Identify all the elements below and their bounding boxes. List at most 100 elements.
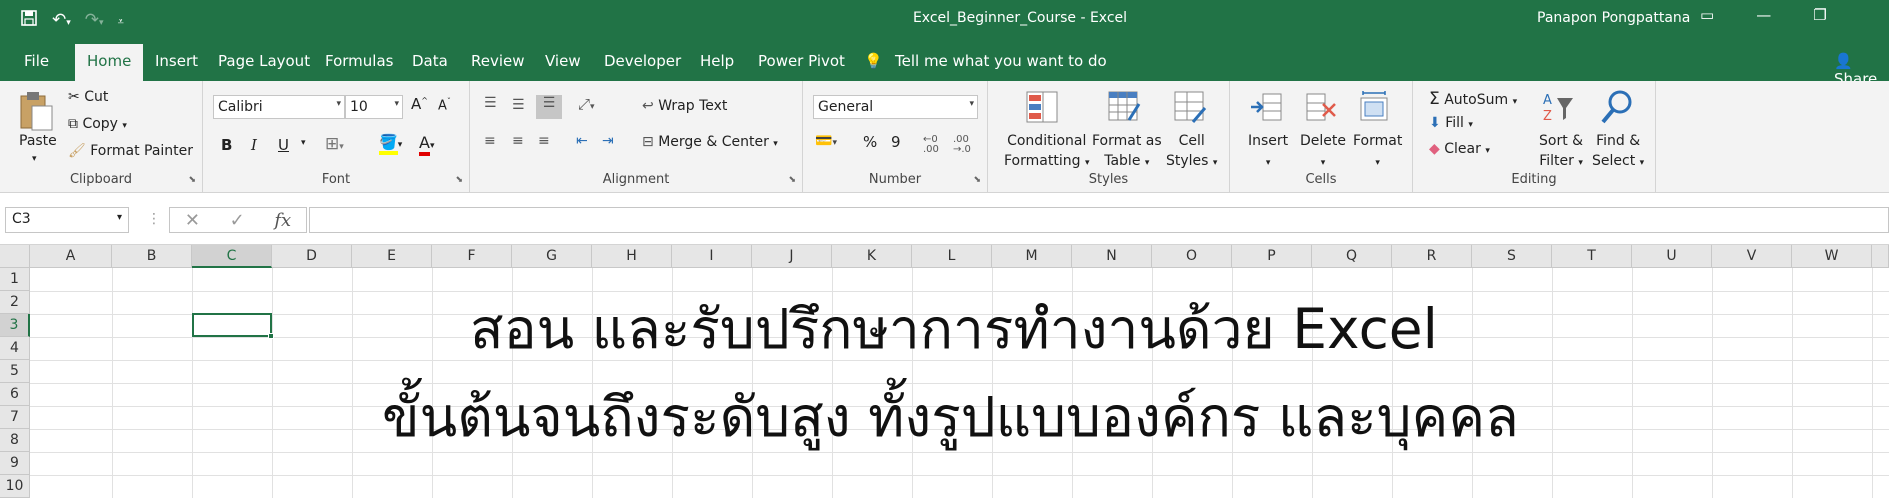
- bold-button[interactable]: B: [221, 136, 232, 154]
- font-name-select[interactable]: Calibri ▾: [213, 95, 345, 119]
- tab-help[interactable]: Help: [700, 52, 734, 70]
- name-box[interactable]: C3 ▾: [5, 207, 129, 233]
- format-as-table-icon[interactable]: [1106, 89, 1142, 125]
- minimize-icon[interactable]: —: [1756, 6, 1771, 24]
- paste-icon[interactable]: [16, 89, 56, 133]
- ribbon-display-icon[interactable]: ▭: [1700, 6, 1714, 24]
- increase-font-icon[interactable]: A^: [411, 95, 428, 113]
- row-header-10[interactable]: 10: [0, 475, 30, 498]
- column-header-k[interactable]: K: [832, 245, 912, 268]
- undo-icon[interactable]: ↶▾: [52, 8, 71, 35]
- row-header-2[interactable]: 2: [0, 291, 30, 314]
- sheet-text-line-1[interactable]: สอน และรับปรึกษาการทำงานด้วย Excel: [470, 286, 1438, 373]
- decrease-indent-icon[interactable]: ⇤: [576, 133, 588, 149]
- cell-styles-button[interactable]: Cell Styles ▾: [1166, 131, 1217, 173]
- tab-view[interactable]: View: [545, 52, 581, 70]
- column-header-r[interactable]: R: [1392, 245, 1472, 268]
- format-as-table-button[interactable]: Format as Table ▾: [1092, 131, 1162, 173]
- font-launcher-icon[interactable]: ⬊: [455, 175, 463, 185]
- insert-function-icon[interactable]: fx: [274, 210, 291, 231]
- column-header-e[interactable]: E: [352, 245, 432, 268]
- decrease-decimal-icon[interactable]: .00 →.0: [953, 135, 971, 155]
- delete-cells-icon[interactable]: [1302, 89, 1338, 125]
- merge-center-button[interactable]: ⊟ Merge & Center ▾: [642, 134, 778, 150]
- insert-cells-button[interactable]: Insert ▾: [1248, 131, 1288, 173]
- column-header-h[interactable]: H: [592, 245, 672, 268]
- fill-color-icon[interactable]: 🪣▾: [379, 133, 402, 155]
- find-select-button[interactable]: Find & Select ▾: [1592, 131, 1644, 173]
- row-header-8[interactable]: 8: [0, 429, 30, 452]
- tab-power-pivot[interactable]: Power Pivot: [758, 52, 845, 70]
- column-header-x-partial[interactable]: [1872, 245, 1889, 268]
- autosum-button[interactable]: Σ AutoSum ▾: [1429, 89, 1517, 109]
- comma-style-button[interactable]: 9: [891, 133, 901, 151]
- underline-button[interactable]: U: [278, 136, 289, 154]
- column-header-a[interactable]: A: [30, 245, 112, 268]
- column-header-i[interactable]: I: [672, 245, 752, 268]
- column-header-q[interactable]: Q: [1312, 245, 1392, 268]
- format-painter-button[interactable]: 🖌 Format Painter: [68, 143, 193, 159]
- column-header-f[interactable]: F: [432, 245, 512, 268]
- font-color-icon[interactable]: A▾: [419, 133, 434, 156]
- tab-page-layout[interactable]: Page Layout: [218, 52, 310, 70]
- formula-input[interactable]: [309, 207, 1889, 233]
- conditional-formatting-button[interactable]: Conditional Formatting ▾: [1004, 131, 1089, 173]
- accounting-format-icon[interactable]: 💳▾: [815, 133, 837, 149]
- wrap-text-button[interactable]: ↩ Wrap Text: [642, 98, 727, 114]
- row-header-9[interactable]: 9: [0, 452, 30, 475]
- column-header-d[interactable]: D: [272, 245, 352, 268]
- column-header-v[interactable]: V: [1712, 245, 1792, 268]
- underline-dropdown-icon[interactable]: ▾: [301, 138, 306, 148]
- column-header-p[interactable]: P: [1232, 245, 1312, 268]
- tab-insert[interactable]: Insert: [155, 52, 198, 70]
- row-header-1[interactable]: 1: [0, 268, 30, 291]
- decrease-font-icon[interactable]: Aˇ: [438, 97, 451, 113]
- column-header-o[interactable]: O: [1152, 245, 1232, 268]
- cell-styles-icon[interactable]: [1172, 89, 1208, 125]
- customize-qat-icon[interactable]: ⩡: [118, 10, 124, 34]
- tab-formulas[interactable]: Formulas: [325, 52, 393, 70]
- save-icon[interactable]: [20, 9, 38, 34]
- column-header-w[interactable]: W: [1792, 245, 1872, 268]
- fill-button[interactable]: ⬇ Fill ▾: [1429, 115, 1473, 131]
- active-cell-c3[interactable]: [192, 313, 274, 339]
- enter-icon[interactable]: ✓: [230, 210, 245, 231]
- fill-handle[interactable]: [268, 333, 274, 339]
- align-bottom-icon[interactable]: ☰: [536, 95, 562, 119]
- alignment-launcher-icon[interactable]: ⬊: [788, 175, 796, 185]
- column-header-j[interactable]: J: [752, 245, 832, 268]
- increase-decimal-icon[interactable]: ←0.00: [923, 135, 939, 155]
- user-name[interactable]: Panapon Pongpattana: [1537, 10, 1690, 26]
- row-header-3[interactable]: 3: [0, 314, 30, 337]
- orientation-icon[interactable]: ⤢▾: [578, 95, 595, 113]
- column-header-u[interactable]: U: [1632, 245, 1712, 268]
- tab-developer[interactable]: Developer: [604, 52, 681, 70]
- tab-home[interactable]: Home: [75, 44, 144, 81]
- align-center-icon[interactable]: ≡: [512, 133, 524, 149]
- select-all-corner[interactable]: [0, 245, 30, 268]
- clipboard-launcher-icon[interactable]: ⬊: [188, 175, 196, 185]
- insert-cells-icon[interactable]: [1248, 89, 1284, 125]
- font-size-select[interactable]: 10 ▾: [345, 95, 403, 119]
- increase-indent-icon[interactable]: ⇥: [602, 133, 614, 149]
- percent-style-button[interactable]: %: [863, 133, 877, 151]
- cut-button[interactable]: ✂ Cut: [68, 89, 108, 105]
- borders-icon[interactable]: ⊞▾: [325, 134, 344, 154]
- sheet-text-line-2[interactable]: ขั้นต้นจนถึงระดับสูง ทั้งรูปแบบองค์กร แล…: [382, 374, 1519, 461]
- column-header-c[interactable]: C: [192, 245, 272, 268]
- align-left-icon[interactable]: ≡: [484, 133, 496, 149]
- clear-button[interactable]: ◆ Clear ▾: [1429, 141, 1490, 157]
- sort-filter-icon[interactable]: AZ: [1541, 89, 1577, 127]
- tab-data[interactable]: Data: [412, 52, 448, 70]
- tab-review[interactable]: Review: [471, 52, 525, 70]
- sort-filter-button[interactable]: Sort & Filter ▾: [1539, 131, 1583, 173]
- conditional-formatting-icon[interactable]: [1024, 89, 1060, 125]
- column-header-l[interactable]: L: [912, 245, 992, 268]
- cancel-icon[interactable]: ✕: [185, 210, 200, 231]
- find-select-icon[interactable]: [1597, 87, 1637, 127]
- number-launcher-icon[interactable]: ⬊: [973, 175, 981, 185]
- column-header-t[interactable]: T: [1552, 245, 1632, 268]
- column-header-g[interactable]: G: [512, 245, 592, 268]
- copy-button[interactable]: ⧉ Copy ▾: [68, 116, 127, 132]
- number-format-select[interactable]: General ▾: [813, 95, 978, 119]
